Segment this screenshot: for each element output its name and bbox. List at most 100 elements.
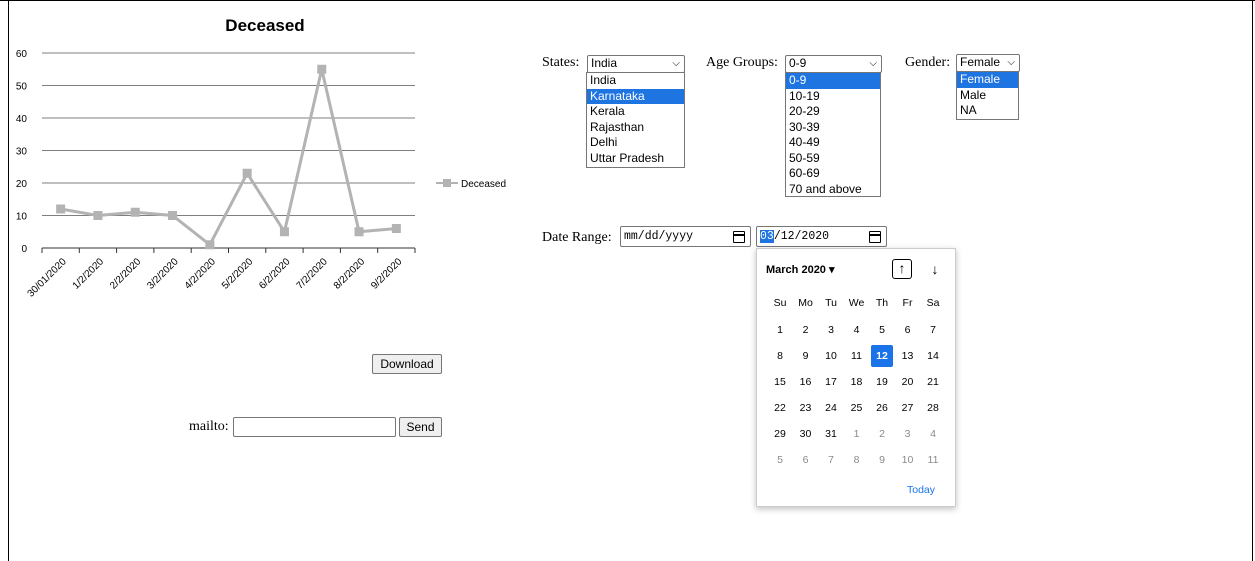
gender-label: Gender: bbox=[905, 55, 951, 70]
age-group-option[interactable]: 50-59 bbox=[786, 151, 880, 167]
end-date-month-segment[interactable]: 03 bbox=[760, 230, 774, 243]
calendar-day[interactable]: 28 bbox=[922, 397, 944, 419]
states-option[interactable]: India bbox=[587, 73, 684, 89]
calendar-icon[interactable] bbox=[869, 231, 881, 243]
send-button[interactable]: Send bbox=[399, 417, 442, 437]
calendar-day[interactable]: 5 bbox=[769, 449, 791, 471]
calendar-day[interactable]: 9 bbox=[795, 345, 817, 367]
y-tick-label: 30 bbox=[16, 147, 28, 158]
age-group-option[interactable]: 0-9 bbox=[786, 73, 880, 89]
calendar-day[interactable]: 14 bbox=[922, 345, 944, 367]
calendar-day[interactable]: 23 bbox=[795, 397, 817, 419]
calendar-day[interactable]: 22 bbox=[769, 397, 791, 419]
calendar-day[interactable]: 11 bbox=[922, 449, 944, 471]
states-option[interactable]: Kerala bbox=[587, 104, 684, 120]
y-tick-label: 40 bbox=[16, 114, 28, 125]
previous-month-arrow-icon[interactable]: ↑ bbox=[892, 259, 912, 279]
chevron-down-icon: ⌵ bbox=[672, 58, 680, 69]
date-picker-popup: March 2020 ▾ ↑ ↓ Today Su Mo Tu We Th Fr Sa 1 2 3… bbox=[756, 248, 956, 507]
calendar-day[interactable]: 5 bbox=[871, 319, 893, 341]
age-group-option[interactable]: 10-19 bbox=[786, 89, 880, 105]
calendar-day[interactable]: 20 bbox=[897, 371, 919, 393]
calendar-day[interactable]: 6 bbox=[795, 449, 817, 471]
age-group-option[interactable]: 20-29 bbox=[786, 104, 880, 120]
legend-label: Deceased bbox=[461, 179, 506, 190]
age-group-option[interactable]: 30-39 bbox=[786, 120, 880, 136]
age-groups-select[interactable]: 0-9 ⌵ bbox=[785, 55, 882, 73]
states-option[interactable]: Rajasthan bbox=[587, 120, 684, 136]
calendar-day[interactable]: 8 bbox=[846, 449, 868, 471]
calendar-day[interactable]: 11 bbox=[846, 345, 868, 367]
calendar-day[interactable]: 17 bbox=[820, 371, 842, 393]
age-group-option[interactable]: 40-49 bbox=[786, 135, 880, 151]
calendar-day[interactable]: 1 bbox=[846, 423, 868, 445]
y-tick-label: 60 bbox=[16, 49, 28, 60]
calendar-day[interactable]: 30 bbox=[795, 423, 817, 445]
start-date-placeholder: mm/dd/yyyy bbox=[624, 230, 694, 243]
weekday-header: Su bbox=[773, 297, 787, 309]
gender-select[interactable]: Female ⌵ bbox=[956, 54, 1020, 72]
x-tick-label: 30/01/2020 bbox=[26, 256, 69, 299]
calendar-day[interactable]: 2 bbox=[871, 423, 893, 445]
calendar-day[interactable]: 26 bbox=[871, 397, 893, 419]
start-date-input[interactable]: mm/dd/yyyy bbox=[620, 226, 751, 247]
calendar-day[interactable]: 27 bbox=[897, 397, 919, 419]
calendar-day[interactable]: 4 bbox=[846, 319, 868, 341]
chart-title: Deceased bbox=[225, 16, 304, 35]
calendar-day[interactable]: 31 bbox=[820, 423, 842, 445]
gender-option[interactable]: Female bbox=[957, 72, 1018, 88]
states-option[interactable]: Uttar Pradesh bbox=[587, 151, 684, 167]
calendar-day[interactable]: 25 bbox=[846, 397, 868, 419]
data-point bbox=[205, 240, 215, 250]
chevron-down-icon: ⌵ bbox=[1007, 57, 1015, 68]
age-group-option[interactable]: 70 and above bbox=[786, 182, 880, 198]
calendar-day[interactable]: 6 bbox=[897, 319, 919, 341]
y-tick-label: 50 bbox=[16, 82, 28, 93]
calendar-day[interactable]: 13 bbox=[897, 345, 919, 367]
states-label: States: bbox=[542, 55, 580, 70]
calendar-day[interactable]: 29 bbox=[769, 423, 791, 445]
data-point bbox=[279, 227, 289, 237]
download-button[interactable]: Download bbox=[372, 354, 442, 374]
calendar-day[interactable]: 3 bbox=[897, 423, 919, 445]
states-selected-value: India bbox=[591, 56, 618, 70]
states-option[interactable]: Delhi bbox=[587, 135, 684, 151]
calendar-day[interactable]: 24 bbox=[820, 397, 842, 419]
end-date-input[interactable]: 03/12/2020 bbox=[756, 226, 887, 247]
calendar-day[interactable]: 18 bbox=[846, 371, 868, 393]
calendar-day[interactable]: 15 bbox=[769, 371, 791, 393]
states-option[interactable]: Karnataka bbox=[587, 88, 684, 104]
calendar-day[interactable]: 2 bbox=[795, 319, 817, 341]
age-groups-label: Age Groups: bbox=[706, 55, 778, 70]
age-group-option[interactable]: 60-69 bbox=[786, 166, 880, 182]
calendar-day[interactable]: 3 bbox=[820, 319, 842, 341]
x-tick-label: 9/2/2020 bbox=[369, 256, 405, 292]
calendar-day[interactable]: 1 bbox=[769, 319, 791, 341]
calendar-day[interactable]: 4 bbox=[922, 423, 944, 445]
calendar-day[interactable]: 12 bbox=[871, 345, 893, 367]
calendar-day[interactable]: 10 bbox=[897, 449, 919, 471]
calendar-day[interactable]: 9 bbox=[871, 449, 893, 471]
gender-option[interactable]: NA bbox=[957, 103, 1018, 119]
data-point bbox=[317, 64, 327, 74]
month-year-selector[interactable]: March 2020 ▾ bbox=[766, 263, 835, 276]
gender-option[interactable]: Male bbox=[957, 88, 1018, 104]
calendar-icon[interactable] bbox=[733, 231, 745, 243]
data-point bbox=[242, 168, 252, 178]
x-tick-label: 6/2/2020 bbox=[257, 256, 293, 292]
mailto-label: mailto: bbox=[189, 419, 229, 434]
next-month-arrow-icon[interactable]: ↓ bbox=[925, 259, 945, 279]
calendar-day[interactable]: 7 bbox=[922, 319, 944, 341]
calendar-day[interactable]: 19 bbox=[871, 371, 893, 393]
gender-dropdown-list: Female Male NA bbox=[956, 71, 1019, 120]
mailto-input[interactable] bbox=[233, 417, 396, 437]
calendar-day[interactable]: 16 bbox=[795, 371, 817, 393]
calendar-day[interactable]: 7 bbox=[820, 449, 842, 471]
today-button[interactable]: Today bbox=[907, 484, 935, 496]
calendar-day[interactable]: 10 bbox=[820, 345, 842, 367]
states-select[interactable]: India ⌵ bbox=[587, 55, 685, 73]
states-dropdown-list: India Karnataka Kerala Rajasthan Delhi Uttar … bbox=[586, 72, 685, 168]
calendar-day[interactable]: 21 bbox=[922, 371, 944, 393]
calendar-day[interactable]: 8 bbox=[769, 345, 791, 367]
weekday-header: We bbox=[848, 297, 865, 309]
